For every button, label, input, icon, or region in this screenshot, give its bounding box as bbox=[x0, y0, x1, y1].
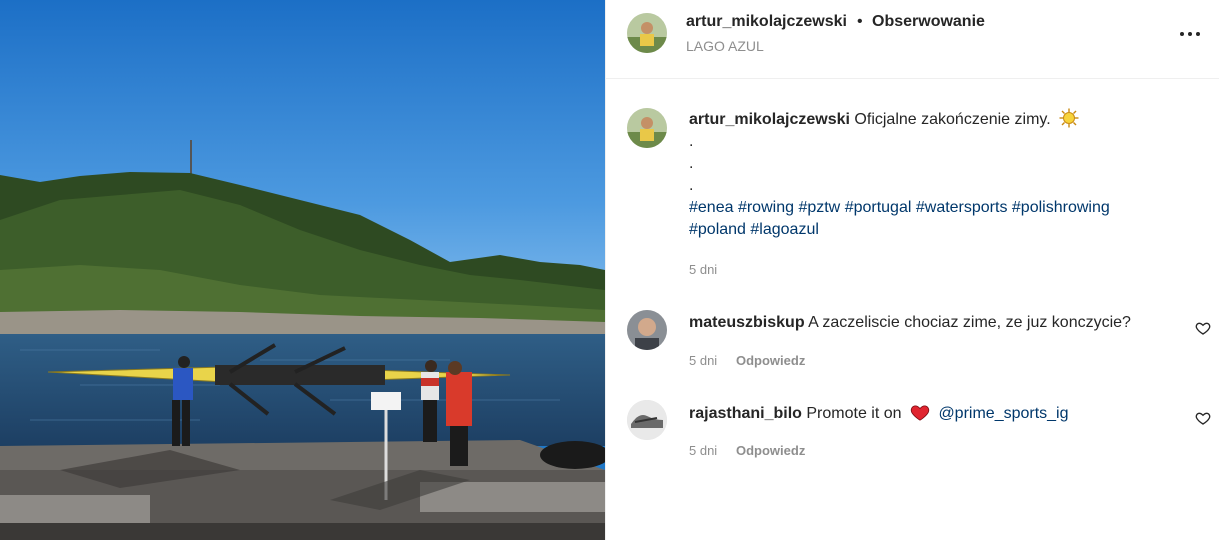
hashtag-link[interactable]: #poland bbox=[689, 221, 746, 238]
hashtag-link[interactable]: #lagoazul bbox=[750, 221, 819, 238]
more-options-button[interactable] bbox=[1180, 22, 1208, 46]
caption-text: artur_mikolajczewski Oficjalne zakończen… bbox=[689, 108, 1189, 241]
caption-dot-line: . bbox=[689, 155, 694, 172]
hashtag-link[interactable]: #pztw bbox=[798, 199, 840, 216]
commenter-avatar[interactable] bbox=[627, 400, 667, 440]
like-heart-icon[interactable] bbox=[1195, 410, 1211, 426]
commenter-avatar-image bbox=[627, 400, 667, 440]
lake-rowing-photo bbox=[0, 0, 605, 540]
caption-author-avatar[interactable] bbox=[627, 108, 667, 148]
post-header: artur_mikolajczewski • Obserwowanie LAGO… bbox=[606, 0, 1219, 79]
caption-dot-line: . bbox=[689, 177, 694, 194]
hashtag-link[interactable]: #enea bbox=[689, 199, 734, 216]
caption-timestamp[interactable]: 5 dni bbox=[689, 262, 717, 277]
post-photo[interactable] bbox=[0, 0, 605, 540]
hashtag-link[interactable]: #polishrowing bbox=[1012, 199, 1110, 216]
hashtag-link[interactable]: #rowing bbox=[738, 199, 794, 216]
comment-username[interactable]: mateuszbiskup bbox=[689, 314, 805, 331]
comment-text: mateuszbiskup A zaczeliscie chociaz zime… bbox=[689, 314, 1131, 332]
author-avatar[interactable] bbox=[627, 13, 667, 53]
comment-message: A zaczeliscie chociaz zime, ze juz koncz… bbox=[808, 314, 1131, 331]
reply-button[interactable]: Odpowiedz bbox=[736, 353, 805, 368]
hashtag-link[interactable]: #watersports bbox=[916, 199, 1008, 216]
comment-text: rajasthani_bilo Promote it on @prime_spo… bbox=[689, 403, 1069, 423]
caption-username[interactable]: artur_mikolajczewski bbox=[689, 111, 850, 128]
comment-message: Promote it on bbox=[806, 405, 902, 422]
caption-dot-line: . bbox=[689, 133, 694, 150]
reply-button[interactable]: Odpowiedz bbox=[736, 443, 805, 458]
caption-author-avatar-image bbox=[627, 108, 667, 148]
red-heart-emoji-icon bbox=[910, 405, 930, 421]
hashtag-link[interactable]: #portugal bbox=[845, 199, 912, 216]
caption-message: Oficjalne zakończenie zimy. bbox=[854, 111, 1051, 128]
comment-timestamp[interactable]: 5 dni bbox=[689, 353, 717, 368]
more-horizontal-icon bbox=[1180, 32, 1184, 36]
sun-emoji-icon bbox=[1059, 108, 1079, 128]
like-heart-icon[interactable] bbox=[1195, 320, 1211, 336]
author-avatar-image bbox=[627, 13, 667, 53]
commenter-avatar[interactable] bbox=[627, 310, 667, 350]
comment-username[interactable]: rajasthani_bilo bbox=[689, 405, 802, 422]
mention-link[interactable]: @prime_sports_ig bbox=[938, 405, 1068, 422]
more-horizontal-icon-dot bbox=[1188, 32, 1192, 36]
following-button[interactable]: Obserwowanie bbox=[872, 13, 985, 31]
comment-timestamp[interactable]: 5 dni bbox=[689, 443, 717, 458]
caption-hashtags: #enea #rowing #pztw #portugal #waterspor… bbox=[689, 199, 1110, 238]
more-horizontal-icon-dot bbox=[1196, 32, 1200, 36]
post-details-pane: artur_mikolajczewski • Obserwowanie LAGO… bbox=[605, 0, 1219, 540]
post-location[interactable]: LAGO AZUL bbox=[686, 38, 764, 54]
commenter-avatar-image bbox=[627, 310, 667, 350]
author-username[interactable]: artur_mikolajczewski bbox=[686, 13, 847, 31]
separator-dot: • bbox=[857, 13, 863, 30]
